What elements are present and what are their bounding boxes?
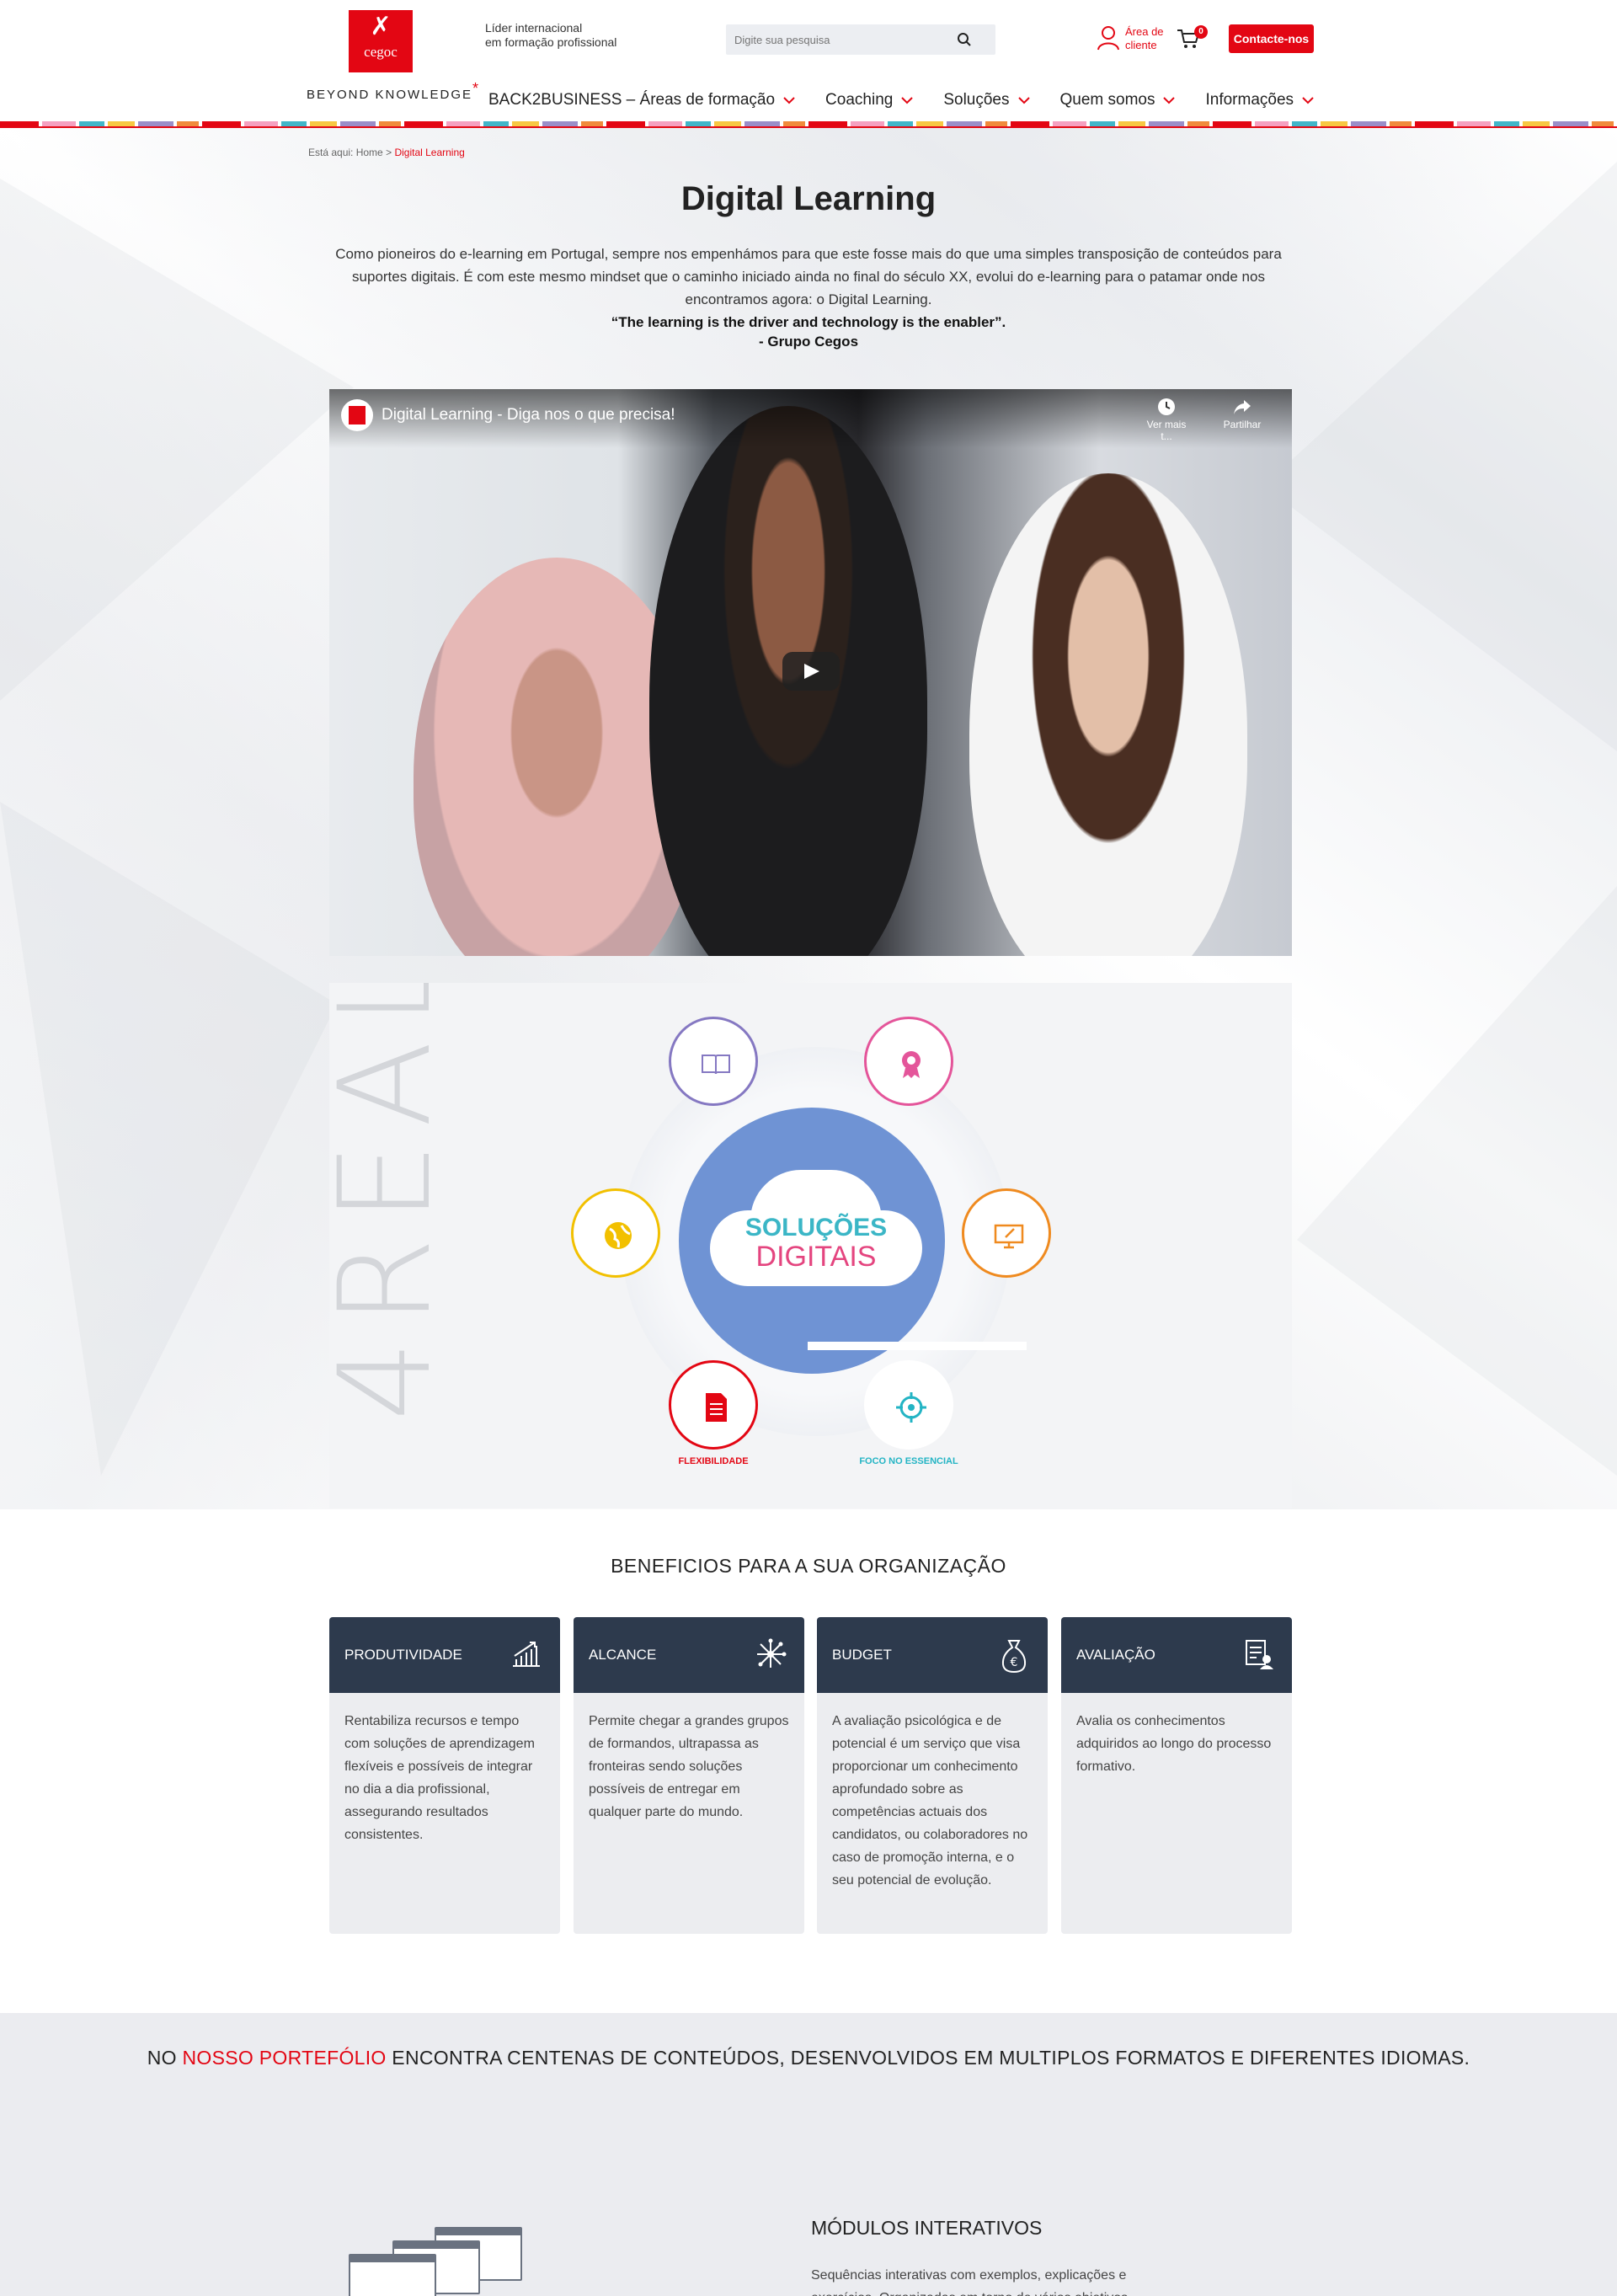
video-title[interactable]: Digital Learning - Diga nos o que precis…: [382, 406, 675, 424]
intro-text: Como pioneiros do e-learning em Portugal…: [335, 246, 1282, 307]
breadcrumb: Está aqui: Home > Digital Learning: [308, 147, 465, 158]
card-text: Avalia os conhecimentos adquiridos ao lo…: [1076, 1714, 1272, 1774]
card-title: AVALIAÇÃO: [1076, 1647, 1155, 1663]
benefit-card-budget: BUDGET € A avaliação psicológica e de po…: [817, 1617, 1048, 1934]
monitor-icon: [994, 1224, 1024, 1249]
benefit-card-avaliacao: AVALIAÇÃO Avalia os conhecimentos adquir…: [1061, 1617, 1292, 1934]
chevron-down-icon: [1163, 96, 1176, 104]
play-button[interactable]: [782, 652, 840, 691]
node-book: [669, 1017, 758, 1106]
flexibility-label: FLEXIBILIDADE: [678, 1456, 749, 1466]
side-text: 4REAL: [329, 983, 459, 1421]
globe-icon: [605, 1222, 632, 1249]
center-title-line2: DIGITAIS: [755, 1241, 877, 1273]
card-text: A avaliação psicológica e de potencial é…: [832, 1714, 1028, 1888]
search-box: [726, 24, 995, 55]
book-icon: [702, 1055, 730, 1075]
breadcrumb-home-link[interactable]: Home: [356, 147, 383, 158]
benefit-card-alcance: ALCANCE Permite chegar a grandes grupos …: [574, 1617, 804, 1934]
share-icon: [1234, 400, 1251, 414]
benefit-card-produtividade: PRODUTIVIDADE Rentabiliza recursos e tem…: [329, 1617, 560, 1934]
module-text: Sequências interativas com exemplos, exp…: [811, 2268, 1128, 2296]
chevron-down-icon: [1017, 96, 1030, 104]
nav-item-informacoes[interactable]: Informações: [1205, 88, 1314, 113]
node-globe: [571, 1188, 660, 1278]
network-icon: [757, 1638, 787, 1668]
focus-label: FOCO NO ESSENCIAL: [859, 1456, 958, 1466]
portfolio-link[interactable]: NOSSO PORTEFÓLIO: [183, 2047, 387, 2069]
quote-text: “The learning is the driver and technolo…: [611, 314, 1006, 330]
share-button[interactable]: Partilhar: [1217, 398, 1267, 430]
portfolio-headline: NO NOSSO PORTEFÓLIO ENCONTRA CENTENAS DE…: [147, 2047, 1470, 2069]
node-monitor: [962, 1188, 1051, 1278]
tagline: Líder internacional em formação profissi…: [485, 21, 617, 49]
nav-item-solucoes[interactable]: Soluções: [943, 88, 1030, 113]
node-document: [669, 1360, 758, 1450]
nav-item-coaching[interactable]: Coaching: [825, 88, 914, 113]
node-target: [864, 1360, 953, 1450]
contact-button[interactable]: Contacte-nos: [1229, 24, 1314, 53]
card-text: Permite chegar a grandes grupos de forma…: [589, 1714, 789, 1819]
evaluation-icon: [1246, 1640, 1273, 1669]
search-input[interactable]: [726, 24, 945, 55]
site-header: ✗ cegoc BEYOND KNOWLEDGE* Líder internac…: [0, 0, 1617, 126]
play-icon: [804, 664, 819, 679]
breadcrumb-current: Digital Learning: [394, 147, 465, 158]
infographic: 4REAL SOLUÇÕES DIGITAIS FLEXIBILIDADE FO…: [329, 983, 1292, 1508]
cloud-graphic: SOLUÇÕES DIGITAIS: [710, 1170, 922, 1293]
card-title: PRODUTIVIDADE: [344, 1647, 462, 1663]
nav-item-back2business[interactable]: BACK2BUSINESS – Áreas de formação: [488, 88, 795, 113]
watch-later-button[interactable]: Ver mais t...: [1141, 398, 1192, 442]
search-icon[interactable]: [957, 32, 972, 47]
module-title: MÓDULOS INTERATIVOS: [811, 2217, 1043, 2239]
document-icon: [706, 1393, 727, 1422]
card-title: ALCANCE: [589, 1647, 657, 1663]
underline-bar: [808, 1342, 1027, 1350]
main-nav: BACK2BUSINESS – Áreas de formação Coachi…: [488, 88, 1344, 113]
target-icon: [896, 1392, 926, 1423]
card-title: BUDGET: [832, 1647, 892, 1663]
nav-item-quem-somos[interactable]: Quem somos: [1060, 88, 1176, 113]
client-area-label: Área de cliente: [1125, 25, 1164, 51]
page-title: Digital Learning: [680, 180, 937, 217]
chart-growth-icon: [513, 1642, 540, 1667]
beyond-knowledge-slogan: BEYOND KNOWLEDGE*: [307, 80, 481, 102]
logo-word: cegoc: [364, 44, 398, 60]
interactive-modules-illustration: [349, 2227, 526, 2296]
clock-icon: [1158, 398, 1175, 415]
award-icon: [902, 1051, 921, 1078]
cart-button[interactable]: 0: [1176, 25, 1209, 54]
money-bag-icon: €: [1001, 1640, 1027, 1674]
portfolio-section: NO NOSSO PORTEFÓLIO ENCONTRA CENTENAS DE…: [0, 2013, 1617, 2296]
channel-logo[interactable]: [341, 399, 373, 431]
benefits-title: BENEFICIOS PARA A SUA ORGANIZAÇÃO: [611, 1555, 1006, 1577]
logo-mark-icon: ✗: [370, 12, 392, 41]
node-award: [864, 1017, 953, 1106]
center-title-line1: SOLUÇÕES: [744, 1214, 888, 1241]
quote-author: - Grupo Cegos: [758, 334, 859, 350]
video-player[interactable]: Digital Learning - Diga nos o que precis…: [329, 389, 1292, 956]
client-area-link[interactable]: Área de cliente: [1097, 24, 1164, 54]
card-text: Rentabiliza recursos e tempo com soluçõe…: [344, 1714, 535, 1842]
chevron-down-icon: [901, 96, 914, 104]
chevron-down-icon: [783, 96, 795, 104]
chevron-down-icon: [1302, 96, 1314, 104]
svg-text:€: €: [1011, 1656, 1018, 1669]
cegoc-logo[interactable]: ✗ cegoc: [349, 10, 413, 72]
cart-count-badge: 0: [1194, 25, 1208, 39]
user-icon: [1097, 26, 1119, 51]
